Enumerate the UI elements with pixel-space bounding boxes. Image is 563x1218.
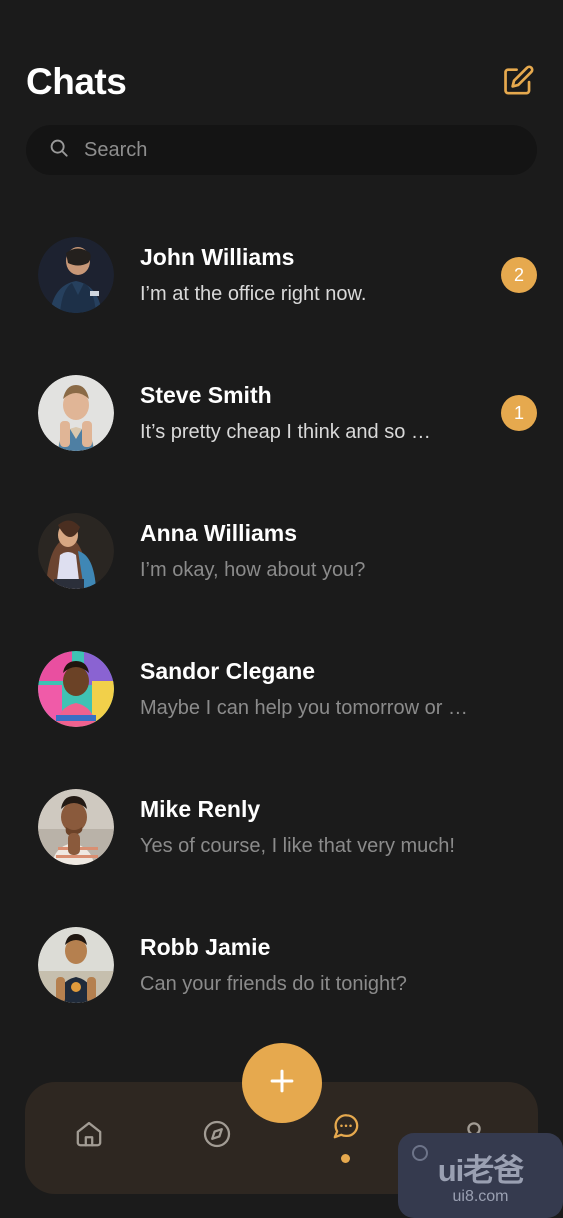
chat-list-item[interactable]: Sandor Clegane Maybe I can help you tomo… — [0, 620, 563, 758]
page-title: Chats — [26, 60, 127, 102]
chat-list-item[interactable]: Mike Renly Yes of course, I like that ve… — [0, 758, 563, 896]
message-preview: I’m okay, how about you? — [140, 558, 366, 581]
chat-text-block: John Williams I’m at the office right no… — [140, 244, 489, 306]
chat-bubble-icon — [330, 1110, 362, 1147]
unread-badge: 2 — [501, 257, 537, 293]
new-chat-fab[interactable] — [242, 1043, 322, 1123]
contact-name: Robb Jamie — [140, 934, 271, 961]
chat-text-block: Anna Williams I’m okay, how about you? — [140, 520, 489, 582]
chat-list-item[interactable]: Anna Williams I’m okay, how about you? — [0, 482, 563, 620]
avatar-steve-smith[interactable] — [38, 375, 114, 451]
chats-screen: Chats Search John Williams I’m at the of… — [0, 0, 563, 1218]
contact-name: Anna Williams — [140, 520, 297, 547]
plus-icon — [265, 1064, 299, 1103]
chat-list-item[interactable]: John Williams I’m at the office right no… — [0, 206, 563, 344]
contact-name: Mike Renly — [140, 796, 261, 823]
avatar-john-williams[interactable] — [38, 237, 114, 313]
contact-name: John Williams — [140, 244, 295, 271]
chat-text-block: Steve Smith It’s pretty cheap I think an… — [140, 382, 489, 444]
chat-text-block: Sandor Clegane Maybe I can help you tomo… — [140, 658, 489, 720]
chat-text-block: Robb Jamie Can your friends do it tonigh… — [140, 934, 489, 996]
search-input[interactable] — [84, 138, 515, 162]
avatar-robb-jamie[interactable] — [38, 927, 114, 1003]
avatar-sandor-clegane[interactable] — [38, 651, 114, 727]
avatar-mike-renly[interactable] — [38, 789, 114, 865]
message-preview: I’m at the office right now. — [140, 282, 367, 305]
chat-text-block: Mike Renly Yes of course, I like that ve… — [140, 796, 489, 858]
message-preview: Can your friends do it tonight? — [140, 972, 407, 995]
app-header: Chats — [0, 52, 563, 110]
watermark-overlay: ui老爸 ui8.com — [398, 1133, 563, 1218]
message-preview: It’s pretty cheap I think and so … — [140, 420, 431, 443]
nav-item-home[interactable] — [25, 1105, 153, 1167]
message-preview: Maybe I can help you tomorrow or … — [140, 696, 468, 719]
message-preview: Yes of course, I like that very much! — [140, 834, 455, 857]
search-bar[interactable] — [26, 125, 537, 175]
chat-list: John Williams I’m at the office right no… — [0, 206, 563, 1034]
compose-edit-icon[interactable] — [499, 62, 537, 100]
home-icon — [73, 1118, 105, 1155]
compass-icon — [201, 1118, 233, 1155]
watermark-url: ui8.com — [452, 1188, 509, 1205]
chat-list-item[interactable]: Robb Jamie Can your friends do it tonigh… — [0, 896, 563, 1034]
avatar-anna-williams[interactable] — [38, 513, 114, 589]
contact-name: Steve Smith — [140, 382, 272, 409]
search-icon — [48, 137, 70, 164]
contact-name: Sandor Clegane — [140, 658, 316, 685]
unread-badge: 1 — [501, 395, 537, 431]
watermark-logo: ui老爸 — [437, 1153, 525, 1188]
active-indicator-dot — [341, 1153, 351, 1163]
chat-list-item[interactable]: Steve Smith It’s pretty cheap I think an… — [0, 344, 563, 482]
